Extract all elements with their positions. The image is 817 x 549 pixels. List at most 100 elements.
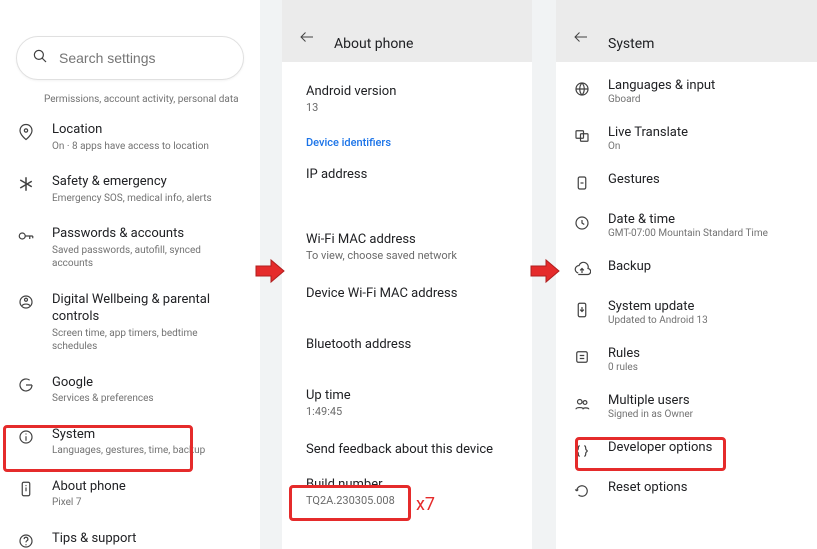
settings-item-location[interactable]: Location On · 8 apps have access to loca… xyxy=(0,111,260,163)
about-item-bt-address[interactable]: Bluetooth address xyxy=(306,325,516,376)
item-sub: On · 8 apps have access to location xyxy=(52,140,244,154)
panel-header: About phone xyxy=(282,0,532,62)
item-value: 1:49:45 xyxy=(306,405,516,418)
item-label: Send feedback about this device xyxy=(306,442,516,457)
about-item-android-version[interactable]: Android version 13 xyxy=(306,62,516,126)
item-label: Build number xyxy=(306,477,516,492)
item-sub: Emergency SOS, medical info, alerts xyxy=(52,192,244,206)
item-sub: Gboard xyxy=(608,94,801,105)
item-title: Tips & support xyxy=(52,530,244,548)
users-icon xyxy=(572,393,592,413)
search-icon xyxy=(31,47,49,69)
about-item-uptime[interactable]: Up time 1:49:45 xyxy=(306,376,516,430)
about-item-ip-address[interactable]: IP address xyxy=(306,155,516,220)
item-title: Developer options xyxy=(608,440,801,455)
item-title: Location xyxy=(52,121,244,139)
item-title: Languages & input xyxy=(608,78,801,93)
system-item-developer-options[interactable]: Developer options xyxy=(556,430,817,470)
item-sub: Languages, gestures, time, backup xyxy=(52,444,244,458)
header-title: About phone xyxy=(334,36,413,52)
system-panel: System Languages & input Gboard Live Tra… xyxy=(556,0,817,549)
item-title: Backup xyxy=(608,259,801,274)
search-wrap xyxy=(16,36,244,80)
backup-icon xyxy=(572,259,592,279)
settings-item-safety[interactable]: Safety & emergency Emergency SOS, medica… xyxy=(0,163,260,215)
item-value: TQ2A.230305.008 xyxy=(306,494,516,507)
help-icon xyxy=(16,530,36,549)
item-sub: Updated to Android 13 xyxy=(608,315,801,326)
settings-item-tips[interactable]: Tips & support Help articles, phone & ch… xyxy=(0,520,260,549)
info-icon xyxy=(16,426,36,446)
system-item-system-update[interactable]: System update Updated to Android 13 xyxy=(556,289,817,336)
settings-root-panel: Permissions, account activity, personal … xyxy=(0,0,260,549)
system-item-date-time[interactable]: Date & time GMT-07:00 Mountain Standard … xyxy=(556,202,817,249)
device-identifiers-label: Device identifiers xyxy=(306,126,516,155)
settings-item-system[interactable]: System Languages, gestures, time, backup xyxy=(0,416,260,468)
wellbeing-icon xyxy=(16,291,36,311)
item-sub: GMT-07:00 Mountain Standard Time xyxy=(608,228,801,239)
back-icon[interactable] xyxy=(572,28,590,52)
item-title: Live Translate xyxy=(608,125,801,140)
settings-item-google[interactable]: Google Services & preferences xyxy=(0,364,260,416)
clock-icon xyxy=(572,212,592,232)
system-item-rules[interactable]: Rules 0 rules xyxy=(556,336,817,383)
item-sub: Signed in as Owner xyxy=(608,409,801,420)
settings-item-about-phone[interactable]: About phone Pixel 7 xyxy=(0,468,260,520)
search-input[interactable] xyxy=(59,50,240,66)
search-field[interactable] xyxy=(16,36,244,80)
about-item-wifi-mac[interactable]: Wi-Fi MAC address To view, choose saved … xyxy=(306,220,516,274)
asterisk-icon xyxy=(16,173,36,193)
panel-header: System xyxy=(556,0,817,62)
translate-icon xyxy=(572,125,592,145)
truncated-row: Permissions, account activity, personal … xyxy=(0,92,260,111)
item-value: 13 xyxy=(306,101,516,114)
header-title: System xyxy=(608,36,654,52)
item-title: System xyxy=(52,426,244,444)
location-icon xyxy=(16,121,36,141)
item-sub: On xyxy=(608,141,801,152)
settings-item-passwords[interactable]: Passwords & accounts Saved passwords, au… xyxy=(0,215,260,281)
google-icon xyxy=(16,374,36,394)
system-item-languages[interactable]: Languages & input Gboard xyxy=(556,68,817,115)
item-sub: 0 rules xyxy=(608,362,801,373)
item-sub: Pixel 7 xyxy=(52,496,244,510)
system-item-live-translate[interactable]: Live Translate On xyxy=(556,115,817,162)
item-label: Bluetooth address xyxy=(306,337,516,352)
gestures-icon xyxy=(572,172,592,192)
item-title: Multiple users xyxy=(608,393,801,408)
system-item-multiple-users[interactable]: Multiple users Signed in as Owner xyxy=(556,383,817,430)
braces-icon xyxy=(572,440,592,460)
item-sub: Services & preferences xyxy=(52,392,244,406)
item-title: Passwords & accounts xyxy=(52,225,244,243)
item-sub: Saved passwords, autofill, synced accoun… xyxy=(52,244,244,271)
item-label: Device Wi-Fi MAC address xyxy=(306,286,516,301)
item-value: To view, choose saved network xyxy=(306,249,516,262)
item-label: Android version xyxy=(306,84,516,99)
reset-icon xyxy=(572,480,592,500)
system-update-icon xyxy=(572,299,592,319)
item-title: System update xyxy=(608,299,801,314)
about-item-feedback[interactable]: Send feedback about this device xyxy=(306,430,516,469)
about-item-device-wifi-mac[interactable]: Device Wi-Fi MAC address xyxy=(306,274,516,325)
item-title: Safety & emergency xyxy=(52,173,244,191)
item-title: Gestures xyxy=(608,172,801,187)
system-item-backup[interactable]: Backup xyxy=(556,249,817,289)
item-label: Wi-Fi MAC address xyxy=(306,232,516,247)
item-title: Digital Wellbeing & parental controls xyxy=(52,291,244,326)
item-title: Rules xyxy=(608,346,801,361)
item-title: Date & time xyxy=(608,212,801,227)
about-phone-panel: About phone Android version 13 Device id… xyxy=(282,0,532,549)
item-label: Up time xyxy=(306,388,516,403)
rules-icon xyxy=(572,346,592,366)
item-title: Reset options xyxy=(608,480,801,495)
system-item-reset-options[interactable]: Reset options xyxy=(556,470,817,510)
globe-icon xyxy=(572,78,592,98)
back-icon[interactable] xyxy=(298,28,316,52)
item-sub: Screen time, app timers, bedtime schedul… xyxy=(52,327,244,354)
about-item-build-number[interactable]: Build number TQ2A.230305.008 xyxy=(306,469,516,519)
settings-item-wellbeing[interactable]: Digital Wellbeing & parental controls Sc… xyxy=(0,281,260,364)
item-title: Google xyxy=(52,374,244,392)
phone-info-icon xyxy=(16,478,36,498)
key-icon xyxy=(16,225,36,245)
system-item-gestures[interactable]: Gestures xyxy=(556,162,817,202)
